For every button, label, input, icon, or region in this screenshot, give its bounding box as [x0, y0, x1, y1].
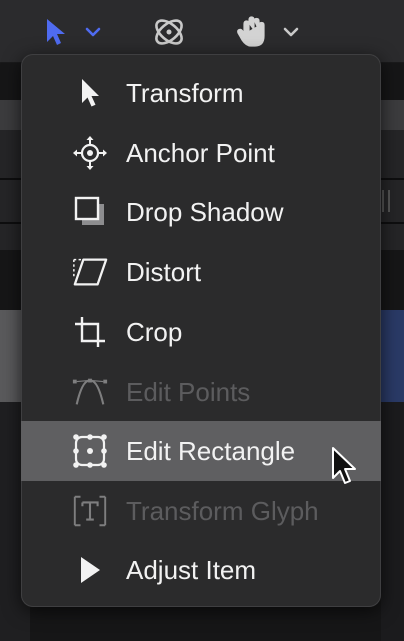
menu-item-label: Adjust Item — [126, 555, 257, 585]
crop-icon — [71, 314, 109, 350]
menu-item-label: Distort — [126, 257, 202, 287]
select-tool-button[interactable] — [44, 14, 102, 50]
chevron-down-icon[interactable] — [282, 25, 300, 39]
menu-item-label: Edit Rectangle — [126, 436, 296, 466]
menu-item-label: Crop — [126, 317, 183, 347]
arrow-icon — [71, 75, 109, 111]
edit-points-icon — [71, 374, 109, 410]
menu-item-adjust-item[interactable]: Adjust Item — [21, 540, 381, 600]
menu-item-edit-points: Edit Points — [21, 362, 381, 422]
menu-item-anchor-point[interactable]: Anchor Point — [21, 123, 381, 183]
chevron-down-icon[interactable] — [84, 25, 102, 39]
pan-tool-button[interactable] — [236, 14, 300, 50]
menu-item-label: Transform Glyph — [126, 496, 319, 526]
bg-right-clip — [381, 310, 404, 402]
adjust-item-icon — [71, 552, 109, 588]
menu-item-edit-rectangle[interactable]: Edit Rectangle — [21, 421, 381, 481]
menu-item-transform[interactable]: Transform — [21, 63, 381, 123]
distort-icon — [71, 254, 109, 290]
arrow-pointer-icon — [47, 19, 65, 45]
menu-item-crop[interactable]: Crop — [21, 302, 381, 362]
menu-item-drop-shadow[interactable]: Drop Shadow — [21, 182, 381, 242]
bg-timeline — [381, 402, 404, 641]
3d-orbit-icon — [155, 19, 183, 45]
menu-item-label: Edit Points — [126, 377, 251, 407]
orbit-tool-button[interactable] — [150, 14, 188, 50]
anchor-point-icon — [71, 135, 109, 171]
drop-shadow-icon — [71, 194, 109, 230]
bg-resize-handle — [382, 190, 384, 212]
transform-glyph-icon — [71, 493, 109, 529]
menu-item-label: Drop Shadow — [126, 197, 284, 227]
tool-popup-menu: Transform Anchor Point Drop Shadow Disto… — [21, 54, 381, 607]
menu-item-label: Anchor Point — [126, 138, 275, 168]
bg-resize-handle — [388, 190, 390, 212]
menu-item-transform-glyph: Transform Glyph — [21, 481, 381, 541]
mouse-cursor-icon — [330, 446, 360, 493]
edit-rectangle-icon — [71, 433, 109, 469]
menu-item-label: Transform — [126, 78, 244, 108]
menu-item-distort[interactable]: Distort — [21, 242, 381, 302]
pan-hand-icon — [237, 16, 265, 47]
